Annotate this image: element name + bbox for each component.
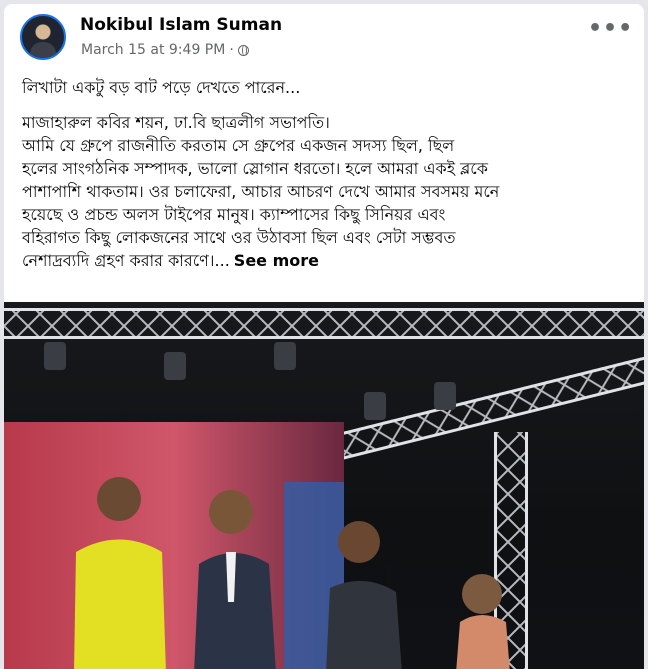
post-meta: March 15 at 9:49 PM · <box>81 42 249 58</box>
post-text-line: নেশাদ্রব্যদি গ্রহণ করার কারণে।... <box>22 251 230 270</box>
see-more-link[interactable]: See more <box>234 251 319 270</box>
post-text-line: পাশাপাশি থাকতাম। ওর চলাফেরা, আচার আচরণ দ… <box>22 182 500 201</box>
globe-icon[interactable] <box>237 44 249 56</box>
post-text: লিখাটা একটু বড় বাট পড়ে দেখতে পারেন... … <box>22 76 634 284</box>
post-card: Nokibul Islam Suman March 15 at 9:49 PM … <box>4 4 644 669</box>
avatar-figure <box>30 42 56 58</box>
stage-photo-illustration <box>4 308 644 669</box>
post-text-line-last: নেশাদ্রব্যদি গ্রহণ করার কারণে।... See mor… <box>22 249 634 272</box>
post-text-line: আমি যে গ্রুপে রাজনীতি করতাম সে গ্রুপের এ… <box>22 136 455 155</box>
more-options-button[interactable]: ••• <box>588 18 632 46</box>
post-text-intro: লিখাটা একটু বড় বাট পড়ে দেখতে পারেন... <box>22 78 301 97</box>
author-avatar[interactable] <box>20 14 66 60</box>
meta-separator: · <box>229 42 234 58</box>
post-text-line: বহিরাগত কিছু লোকজনের সাথে ওর উঠাবসা ছিল … <box>22 228 456 247</box>
post-text-line: হয়েছে ও প্রচন্ড অলস টাইপের মানুষ। ক্যাম… <box>22 205 446 224</box>
post-header: Nokibul Islam Suman March 15 at 9:49 PM … <box>4 4 644 68</box>
post-text-line: মাজাহারুল কবির শয়ন, ঢা.বি ছাত্রলীগ সভাপ… <box>22 113 330 132</box>
author-name[interactable]: Nokibul Islam Suman <box>80 15 282 35</box>
post-timestamp[interactable]: March 15 at 9:49 PM <box>81 42 225 58</box>
post-text-line: হলের সাংগঠনিক সম্পাদক, ভালো স্লোগান ধরতো… <box>22 159 488 178</box>
post-photo[interactable] <box>4 302 644 669</box>
